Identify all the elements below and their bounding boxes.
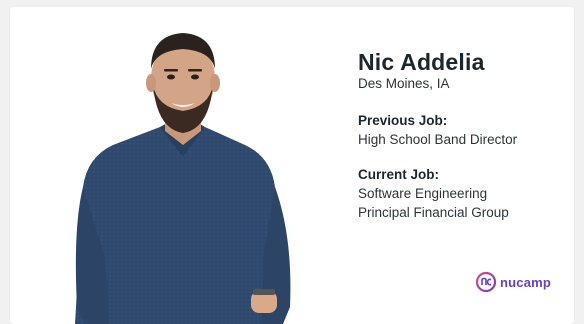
profile-photo: [75, 33, 291, 324]
current-job-company: Principal Financial Group: [358, 205, 509, 220]
previous-job-value: High School Band Director: [358, 132, 518, 147]
profile-name: Nic Addelia: [358, 49, 485, 75]
current-job-label: Current Job:: [358, 167, 439, 182]
profile-card: Nic Addelia Des Moines, IA Previous Job:…: [10, 7, 574, 324]
previous-job-section: Previous Job: High School Band Director: [358, 112, 558, 149]
profile-location: Des Moines, IA: [358, 76, 450, 91]
profile-info: Nic Addelia Des Moines, IA Previous Job:…: [358, 49, 558, 222]
nucamp-logo-icon: [475, 271, 497, 293]
current-job-title: Software Engineering: [358, 186, 488, 201]
current-job-section: Current Job: Software Engineering Princi…: [358, 166, 558, 222]
nucamp-logo: nucamp: [475, 271, 551, 293]
nucamp-logo-text: nucamp: [500, 274, 552, 290]
previous-job-label: Previous Job:: [358, 113, 448, 128]
